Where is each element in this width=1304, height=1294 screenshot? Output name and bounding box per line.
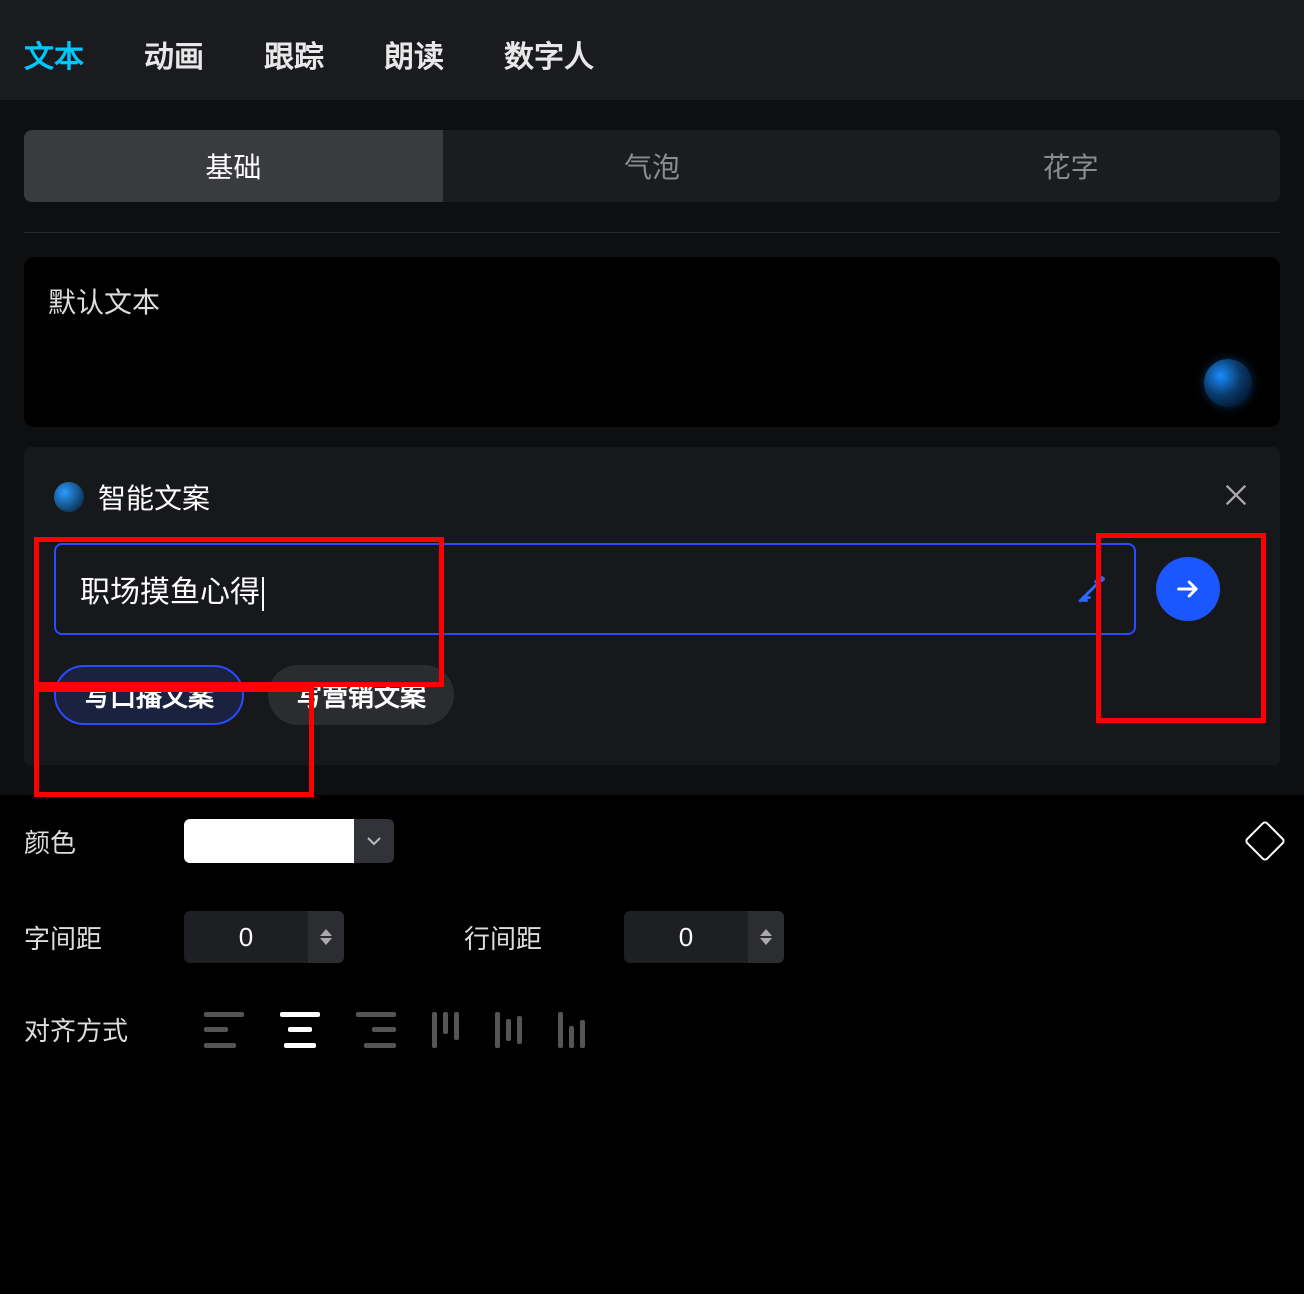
letter-spacing-input[interactable]: 0 [184, 911, 344, 963]
chevron-down-icon[interactable] [760, 938, 772, 945]
valign-middle-icon[interactable] [495, 1012, 522, 1048]
magic-wand-icon[interactable] [1074, 571, 1110, 607]
top-tab-bar: 文本 动画 跟踪 朗读 数字人 [0, 0, 1304, 100]
chevron-down-icon[interactable] [354, 819, 394, 863]
tab-digital-human[interactable]: 数字人 [504, 32, 594, 76]
text-content: 默认文本 [48, 287, 160, 318]
spacing-row: 字间距 0 行间距 0 [0, 887, 1304, 987]
chip-broadcast-copy[interactable]: 写口播文案 [54, 665, 244, 725]
valign-top-icon[interactable] [432, 1012, 459, 1048]
sub-tab-bubble[interactable]: 气泡 [443, 130, 862, 202]
align-right-icon[interactable] [356, 1012, 396, 1048]
chevron-down-icon[interactable] [320, 938, 332, 945]
letter-spacing-label: 字间距 [24, 919, 144, 956]
color-row: 颜色 [0, 795, 1304, 887]
valign-bottom-icon[interactable] [558, 1012, 585, 1048]
line-spacing-stepper[interactable] [748, 911, 784, 963]
sub-tab-fancy[interactable]: 花字 [861, 130, 1280, 202]
keyframe-diamond-icon[interactable] [1244, 820, 1286, 862]
ai-copy-popup: 智能文案 职场摸鱼心得 写口播文案 [24, 447, 1280, 765]
text-panel: 基础 气泡 花字 默认文本 智能文案 职场摸鱼心得 [0, 100, 1304, 795]
divider [24, 232, 1280, 233]
color-label: 颜色 [24, 823, 144, 860]
chevron-up-icon[interactable] [760, 929, 772, 936]
alignment-row: 对齐方式 [0, 987, 1304, 1072]
line-spacing-value: 0 [624, 922, 748, 953]
tab-track[interactable]: 跟踪 [264, 32, 324, 76]
ai-prompt-value: 职场摸鱼心得 [80, 567, 1074, 611]
chevron-up-icon[interactable] [320, 929, 332, 936]
line-spacing-label: 行间距 [464, 919, 584, 956]
tab-text[interactable]: 文本 [24, 32, 84, 76]
letter-spacing-stepper[interactable] [308, 911, 344, 963]
letter-spacing-value: 0 [184, 922, 308, 953]
submit-arrow-button[interactable] [1156, 557, 1220, 621]
ai-orb-icon[interactable] [1204, 359, 1252, 407]
tab-animation[interactable]: 动画 [144, 32, 204, 76]
line-spacing-input[interactable]: 0 [624, 911, 784, 963]
close-icon[interactable] [1222, 481, 1250, 514]
ai-prompt-input[interactable]: 职场摸鱼心得 [54, 543, 1136, 635]
sub-tab-basic[interactable]: 基础 [24, 130, 443, 202]
ai-orb-small-icon [54, 482, 84, 512]
align-left-icon[interactable] [204, 1012, 244, 1048]
tab-read[interactable]: 朗读 [384, 32, 444, 76]
chip-marketing-copy[interactable]: 写营销文案 [268, 665, 454, 725]
sub-tab-bar: 基础 气泡 花字 [24, 130, 1280, 202]
color-swatch[interactable] [184, 819, 354, 863]
chip-row: 写口播文案 写营销文案 [54, 665, 1250, 725]
alignment-label: 对齐方式 [24, 1011, 144, 1048]
align-center-icon[interactable] [280, 1012, 320, 1048]
color-picker[interactable] [184, 819, 394, 863]
text-content-box[interactable]: 默认文本 [24, 257, 1280, 427]
ai-popup-title: 智能文案 [98, 477, 210, 517]
